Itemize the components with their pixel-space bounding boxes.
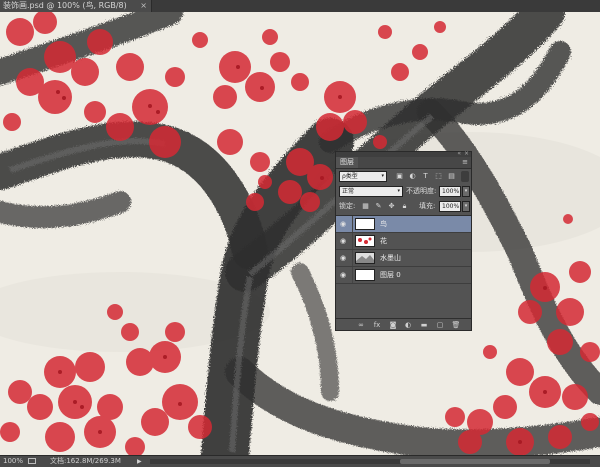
blend-mode-select[interactable]: 正常 ▾ <box>339 186 403 197</box>
document-tab[interactable]: 装饰画.psd @ 100% (鸟, RGB/8) × <box>0 0 152 12</box>
divider <box>352 216 353 232</box>
eye-icon[interactable]: ◉ <box>340 254 349 262</box>
divider <box>352 250 353 266</box>
opacity-label: 不透明度: <box>406 187 437 195</box>
layer-row-layer0[interactable]: ◉ 图层 0 <box>336 267 471 284</box>
smart-object-filter-icon[interactable]: ▤ <box>447 172 456 181</box>
eye-icon[interactable]: ◉ <box>340 237 349 245</box>
lock-position-icon[interactable]: ✥ <box>387 202 396 211</box>
panel-menu-icon[interactable]: ≡ <box>462 157 468 168</box>
type-filter-icon[interactable]: T <box>421 172 430 181</box>
blend-row: 正常 ▾ 不透明度: 100% ▾ <box>339 186 470 197</box>
link-icon[interactable]: ∞ <box>356 320 366 330</box>
artwork <box>0 12 600 455</box>
panel-bottom-bar: ∞ fx ◙ ◐ ▬ ▢ 🗑︎ <box>336 318 471 331</box>
zoom-level[interactable]: 100% <box>3 456 23 467</box>
tab-layers[interactable]: 图层 <box>336 157 358 168</box>
chevron-down-icon: ▾ <box>381 173 384 179</box>
shape-filter-icon[interactable]: ⬚ <box>434 172 443 181</box>
layer-thumbnail <box>355 235 375 247</box>
mountain-thumbnail-art <box>356 253 374 263</box>
document-info: 文档:162.8M/269.3M <box>50 457 121 465</box>
layer-name: 水墨山 <box>380 254 401 262</box>
pixel-filter-icon[interactable]: ▣ <box>395 172 404 181</box>
status-menu-arrow-icon[interactable]: ▶ <box>137 456 142 467</box>
fx-icon[interactable]: fx <box>372 320 382 330</box>
opacity-dropdown-icon[interactable]: ▾ <box>462 186 470 197</box>
divider <box>352 233 353 249</box>
group-icon[interactable]: ▬ <box>419 320 429 330</box>
fill-label: 填充: <box>419 202 436 210</box>
layer-name: 图层 0 <box>380 271 401 279</box>
fill-dropdown-icon[interactable]: ▾ <box>462 201 470 212</box>
document-title: 装饰画.psd @ 100% (鸟, RGB/8) <box>3 1 127 10</box>
layer-row-flowers[interactable]: ◉ 花 <box>336 233 471 250</box>
lock-all-icon[interactable]: 🔒︎ <box>400 202 409 211</box>
eye-icon[interactable]: ◉ <box>340 271 349 279</box>
close-icon[interactable]: × <box>140 0 147 12</box>
lock-image-icon[interactable]: ✎ <box>374 202 383 211</box>
filter-kind-value: ρ类型 <box>342 173 358 180</box>
layer-thumbnail <box>355 269 375 281</box>
blend-mode-value: 正常 <box>342 188 355 195</box>
fill-input[interactable]: 100% <box>439 201 461 212</box>
document-canvas[interactable] <box>0 12 600 455</box>
vertical-scrollbar[interactable] <box>590 12 600 455</box>
layer-row-bird[interactable]: ◉ 鸟 <box>336 216 471 233</box>
adjustment-filter-icon[interactable]: ◐ <box>408 172 417 181</box>
filter-row: ρ类型 ▾ ▣ ◐ T ⬚ ▤ <box>339 171 469 182</box>
horizontal-scrollbar[interactable] <box>150 459 590 464</box>
layers-panel: « × 图层 ≡ ρ类型 ▾ ▣ ◐ T ⬚ ▤ 正常 ▾ 不透明度: 100%… <box>335 150 472 331</box>
lock-row: 锁定: ▦ ✎ ✥ 🔒︎ 填充: 100% ▾ <box>339 201 470 212</box>
status-bar: 100% 文档:162.8M/269.3M ▶ <box>0 455 600 467</box>
layer-list: ◉ 鸟 ◉ 花 ◉ 水墨山 ◉ 图层 0 <box>336 215 471 312</box>
new-layer-icon[interactable]: ▢ <box>435 320 445 330</box>
layer-thumbnail <box>355 252 375 264</box>
chevron-down-icon: ▾ <box>397 188 400 194</box>
export-icon[interactable] <box>28 458 36 464</box>
layer-thumbnail <box>355 218 375 230</box>
flower-thumbnail-art <box>358 237 372 244</box>
panel-tab-row: 图层 ≡ <box>336 157 471 169</box>
eye-icon[interactable]: ◉ <box>340 220 349 228</box>
lock-transparency-icon[interactable]: ▦ <box>361 202 370 211</box>
scroll-thumb[interactable] <box>400 459 550 464</box>
layer-name: 鸟 <box>380 220 387 228</box>
opacity-input[interactable]: 100% <box>439 186 461 197</box>
layer-name: 花 <box>380 237 387 245</box>
close-panel-icon[interactable]: × <box>464 150 469 157</box>
trash-icon[interactable]: 🗑︎ <box>451 320 461 330</box>
filter-toggle[interactable] <box>461 171 469 182</box>
filter-kind-select[interactable]: ρ类型 ▾ <box>339 171 387 182</box>
layer-row-ink-mountain[interactable]: ◉ 水墨山 <box>336 250 471 267</box>
collapse-icon[interactable]: « <box>457 150 461 157</box>
lock-label: 锁定: <box>339 202 356 210</box>
adjustment-icon[interactable]: ◐ <box>403 320 413 330</box>
divider <box>352 267 353 283</box>
mask-icon[interactable]: ◙ <box>388 320 398 330</box>
